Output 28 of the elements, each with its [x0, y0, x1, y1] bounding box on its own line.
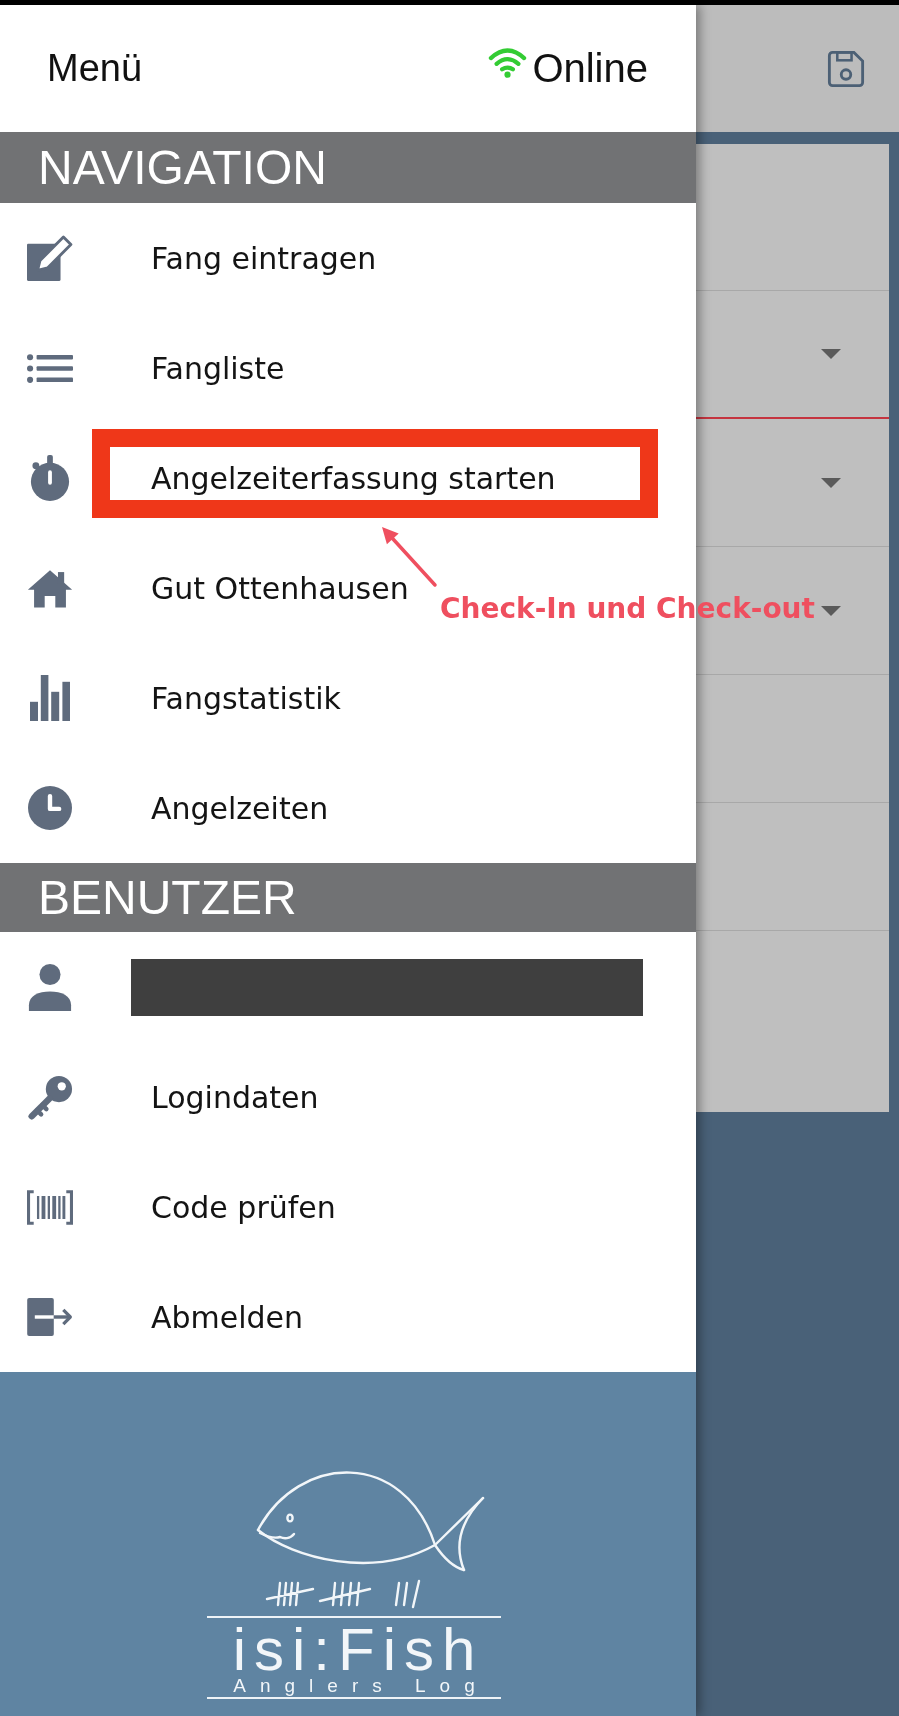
drawer-title: Menü	[47, 47, 143, 90]
edit-icon	[27, 235, 73, 281]
caret-down-icon	[821, 349, 841, 359]
menu-item[interactable]: Code prüfen	[0, 1152, 336, 1262]
caret-down-icon	[821, 605, 841, 616]
key-icon	[27, 1074, 73, 1120]
menu-item[interactable]: Angelzeiterfassung starten	[0, 423, 658, 533]
menu-item[interactable]: Gut Ottenhausen	[0, 533, 409, 643]
save-icon[interactable]	[827, 49, 865, 88]
caret-down-icon	[821, 477, 841, 488]
section-header: NAVIGATION	[0, 132, 696, 203]
clock-icon	[28, 786, 72, 830]
section-header: BENUTZER	[0, 863, 696, 932]
person-icon	[27, 963, 73, 1011]
menu-item[interactable]: Angelzeiten	[0, 753, 329, 863]
menu-item[interactable]: Abmelden	[0, 1262, 304, 1372]
logout-icon	[27, 1298, 73, 1336]
barcode-icon	[27, 1189, 73, 1225]
brand-tagline: Anglers Log	[232, 1676, 490, 1695]
connection-status: Online	[532, 46, 648, 91]
stopwatch-icon	[29, 455, 71, 501]
menu-item[interactable]: Fang eintragen	[0, 203, 377, 313]
menu-item[interactable]: Fangstatistik	[0, 643, 341, 753]
menu-item[interactable]: Logindaten	[0, 1042, 319, 1152]
list-icon	[27, 353, 73, 383]
brand-name: isi:Fish	[231, 1624, 485, 1676]
bar-chart-icon	[30, 675, 70, 721]
menu-item[interactable]: Fangliste	[0, 313, 285, 423]
